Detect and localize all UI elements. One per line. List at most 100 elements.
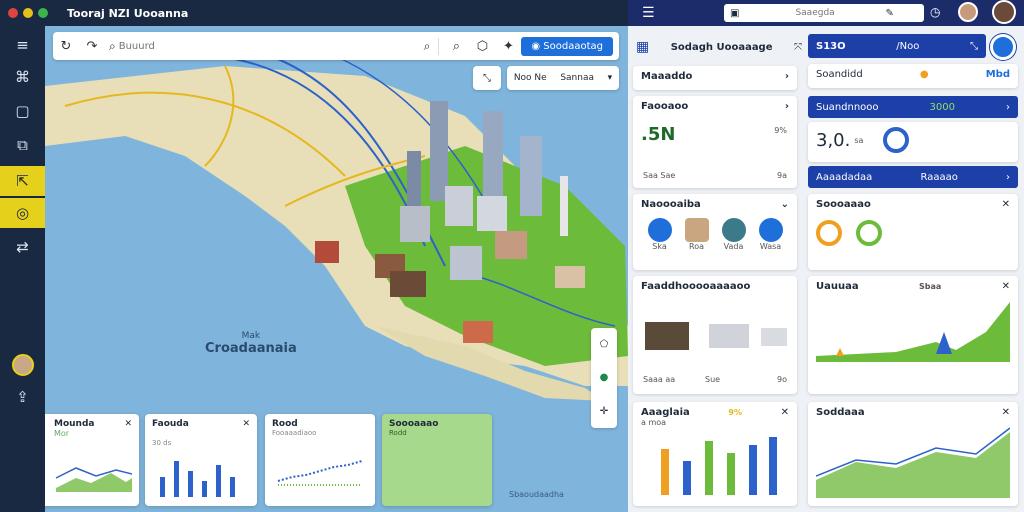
window-title: Tooraj NZI Uooanna <box>67 6 189 20</box>
edit-icon[interactable]: ✎ <box>885 8 893 19</box>
location-pin-icon[interactable]: ● <box>600 372 609 383</box>
avatar[interactable] <box>12 354 34 376</box>
r3-card[interactable]: 3,0. sa <box>808 122 1018 162</box>
map-search-input[interactable] <box>115 37 424 55</box>
card-1[interactable]: Maaaddo › <box>633 66 797 90</box>
map-card-2[interactable]: Faouda ✕ 30 ds <box>145 414 257 506</box>
chevron-right-icon[interactable]: › <box>1006 172 1010 183</box>
square-icon[interactable]: ▢ <box>0 96 45 126</box>
r7-title: Soddaaa <box>816 407 865 418</box>
share-icon[interactable]: ⇄ <box>0 232 45 262</box>
chevron-right-icon[interactable]: › <box>785 101 789 112</box>
r5-card[interactable]: Soooaaao ✕ <box>808 194 1018 270</box>
layer-select[interactable]: Noo Ne Sannaa ▾ <box>507 66 619 90</box>
right-top-bar: ☰ ▣ ✎ ◷ <box>628 0 1024 26</box>
card-2-value: .5N <box>641 124 676 145</box>
layers-icon[interactable]: ⧉ <box>0 130 45 160</box>
hamburger-icon[interactable]: ☰ <box>642 5 655 21</box>
round-action-button[interactable] <box>990 34 1016 60</box>
panel-header: ▦ Sodagh Uooaaage ⤧ <box>636 34 802 60</box>
top-search-input[interactable] <box>795 8 886 18</box>
card-1-title: Maaaddo <box>641 71 693 82</box>
close-icon[interactable]: ✕ <box>1002 281 1010 292</box>
clock-icon[interactable]: ◷ <box>930 5 940 19</box>
r2-bar[interactable]: Suandnnooo 3000 › <box>808 96 1018 118</box>
region-label-name: Croadaanaia <box>205 341 297 356</box>
stat-sub: /Noo <box>896 40 920 52</box>
chevron-down-icon[interactable]: ⌄ <box>781 199 789 210</box>
r6-chart <box>816 302 1010 362</box>
card-5-sub: a moa <box>641 418 667 427</box>
globe-icon[interactable]: ◎ <box>0 198 45 228</box>
card-4-foot2: Sue <box>705 375 721 384</box>
card-3-item-label: Ska <box>652 242 667 251</box>
region-label-small: Mak <box>241 331 261 341</box>
collapse-icon[interactable]: ⤡ <box>970 41 978 52</box>
close-icon[interactable]: ✕ <box>781 407 789 418</box>
close-icon[interactable]: ✕ <box>1002 407 1010 418</box>
r6-title: Uauuaa <box>816 281 859 292</box>
r7-card[interactable]: Soddaaa ✕ <box>808 402 1018 506</box>
r6-card[interactable]: Uauuaa Sbaa ✕ <box>808 276 1018 394</box>
minimize-window-icon[interactable] <box>23 8 33 18</box>
map-toolbar: ↻ ↷ ⌕ ⌕ ⌕ ⬡ ✦ ◉ Soodaaotag <box>53 32 619 60</box>
card-3-item[interactable]: Roa <box>684 218 709 251</box>
card-5-title: Aaaglaia <box>641 407 690 418</box>
region-label: Mak Croadaanaia <box>205 331 297 356</box>
chevron-right-icon[interactable]: › <box>785 71 789 82</box>
r1-card[interactable]: Soandidd ● Mbd <box>808 64 1018 88</box>
card-2[interactable]: Faooaoo › .5N 9% Saa Sae 9a <box>633 96 797 188</box>
maximize-window-icon[interactable] <box>38 8 48 18</box>
compass-icon[interactable]: ✦ <box>495 39 521 54</box>
avatar-top-2[interactable] <box>992 0 1016 24</box>
hexagon-icon[interactable]: ⬡ <box>469 39 495 54</box>
card-3-item[interactable]: Ska <box>647 218 672 251</box>
refresh-icon[interactable]: ↻ <box>53 39 79 54</box>
map-action-button-label: Soodaaotag <box>543 40 603 52</box>
card-5[interactable]: Aaaglaia 9% ✕ a moa <box>633 402 797 506</box>
map-card-4[interactable]: Soooaaao Rodd <box>382 414 492 506</box>
card-3-item[interactable]: Vada <box>721 218 746 251</box>
stat-bar[interactable]: S13O /Noo ⤡ <box>808 34 986 58</box>
search-alt-icon[interactable]: ⌕ <box>443 39 469 54</box>
close-icon[interactable]: ✕ <box>124 419 132 429</box>
export-icon[interactable]: ⇱ <box>0 166 45 196</box>
card-3-icons: Ska Roa Vada Wasa <box>641 218 789 251</box>
close-icon[interactable]: ✕ <box>1002 199 1010 210</box>
route-icon[interactable]: ⌘ <box>0 62 45 92</box>
upload-icon[interactable]: ⇪ <box>0 382 45 412</box>
crosshair-icon[interactable]: ✛ <box>600 406 608 417</box>
ring-orange-icon <box>816 220 842 246</box>
close-icon[interactable]: ✕ <box>242 419 250 429</box>
map-card-1-label: Mor <box>54 429 70 438</box>
r3-value: 3,0. <box>816 129 851 151</box>
progress-ring-icon <box>883 127 910 153</box>
map-search: ⌕ ⌕ <box>109 37 440 55</box>
ring-green-icon <box>856 220 882 246</box>
building-icon: ▦ <box>636 39 650 55</box>
card-4[interactable]: Faaddhooooaaaaoo Saaa aa Sue 9o <box>633 276 797 394</box>
r2-value: 3000 <box>929 101 955 113</box>
card-3-item-label: Vada <box>723 242 744 251</box>
card-4-title: Faaddhooooaaaaoo <box>641 281 751 292</box>
map-view[interactable]: ↻ ↷ ⌕ ⌕ ⌕ ⬡ ✦ ◉ Soodaaotag ⤡ Noo Ne Sann… <box>45 26 628 512</box>
expand-icon[interactable]: ⤧ <box>794 42 802 53</box>
collapse-map-button[interactable]: ⤡ <box>473 66 501 90</box>
chevron-right-icon[interactable]: › <box>1006 102 1010 113</box>
map-card-3-chart <box>277 460 363 486</box>
zoom-search-icon[interactable]: ⌕ <box>424 39 431 54</box>
card-3-item[interactable]: Wasa <box>758 218 783 251</box>
map-action-button[interactable]: ◉ Soodaaotag <box>521 36 613 56</box>
map-card-1[interactable]: Mounda ✕ Mor <box>45 414 139 506</box>
map-card-3[interactable]: Rood Fooaaadiaoo <box>265 414 375 506</box>
top-search-box[interactable]: ▣ ✎ <box>724 4 924 22</box>
close-window-icon[interactable] <box>8 8 18 18</box>
redo-icon[interactable]: ↷ <box>79 39 105 54</box>
card-2-foot2: 9a <box>777 171 787 180</box>
polygon-tool-icon[interactable]: ⬠ <box>600 339 609 350</box>
r4-bar[interactable]: Aaaadadaa Raaaao › <box>808 166 1018 188</box>
menu-icon[interactable]: ≡ <box>0 30 45 60</box>
card-3[interactable]: Naoooaiba ⌄ Ska Roa Vada Wasa <box>633 194 797 270</box>
avatar-top-1[interactable] <box>958 2 978 22</box>
right-panel: ▦ Sodagh Uooaaage ⤧ Maaaddo › Faooaoo › .5… <box>628 26 1024 512</box>
